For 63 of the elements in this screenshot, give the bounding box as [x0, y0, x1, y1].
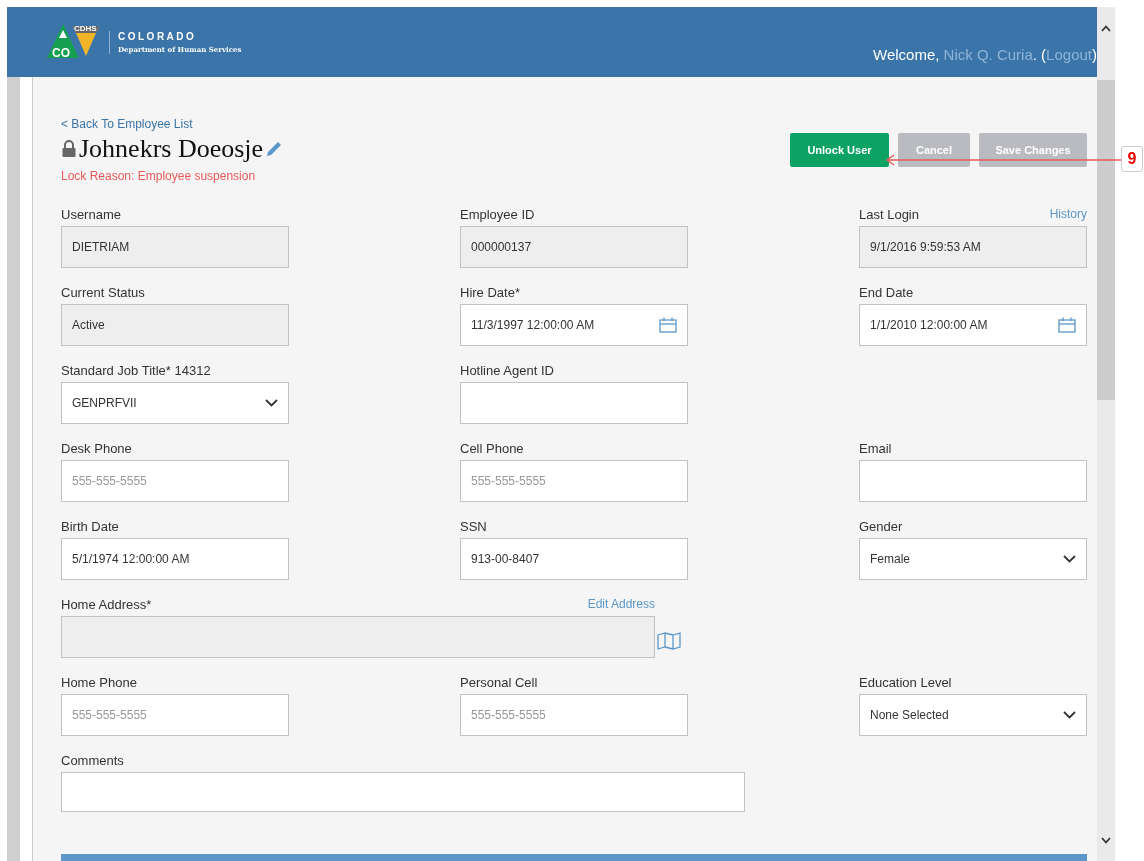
input-field[interactable]: 913-00-8407: [460, 538, 688, 580]
field-label: Comments: [61, 752, 124, 768]
separator-text: . (: [1032, 46, 1047, 63]
unlock-user-button[interactable]: Unlock User: [790, 133, 889, 167]
chevron-down-icon: [265, 399, 278, 407]
field-label: Current Status: [61, 284, 145, 300]
scrollbar-thumb[interactable]: [1097, 80, 1115, 400]
field-label: Gender: [859, 518, 903, 534]
readonly-field: 000000137: [460, 226, 688, 268]
calendar-icon[interactable]: [659, 317, 677, 333]
scroll-down-icon[interactable]: [1101, 837, 1111, 844]
field-label: Standard Job Title* 14312: [61, 362, 211, 378]
field-label: Employee ID: [460, 206, 535, 222]
map-icon[interactable]: [657, 632, 681, 650]
welcome-text: Welcome,: [873, 46, 941, 63]
chevron-down-icon: [1063, 555, 1076, 563]
field-label: Hotline Agent ID: [460, 362, 554, 378]
field-label: Cell Phone: [460, 440, 524, 456]
back-link[interactable]: < Back To Employee List: [61, 117, 284, 131]
history-link[interactable]: History: [1049, 207, 1087, 221]
edit-address-link[interactable]: Edit Address: [587, 597, 655, 611]
input-field[interactable]: [460, 382, 688, 424]
dropdown[interactable]: Female: [859, 538, 1087, 580]
dropdown[interactable]: None Selected: [859, 694, 1087, 736]
logo-text: CO: [52, 46, 70, 60]
input-field[interactable]: 555-555-5555: [460, 460, 688, 502]
date-field[interactable]: 1/1/2010 12:00:00 AM: [859, 304, 1087, 346]
dropdown[interactable]: GENPRFVII: [61, 382, 289, 424]
input-field[interactable]: [859, 460, 1087, 502]
chevron-down-icon: [1063, 711, 1076, 719]
input-field[interactable]: 555-555-5555: [61, 694, 289, 736]
readonly-field: 9/1/2016 9:59:53 AM: [859, 226, 1087, 268]
lock-reason: Lock Reason: Employee suspension: [61, 169, 257, 183]
date-field[interactable]: 11/3/1997 12:00:00 AM: [460, 304, 688, 346]
input-field[interactable]: 555-555-5555: [460, 694, 688, 736]
calendar-icon[interactable]: [1058, 317, 1076, 333]
logout-link[interactable]: Logout: [1046, 46, 1092, 63]
readonly-field: DIETRIAM: [61, 226, 289, 268]
scroll-up-icon[interactable]: [1101, 25, 1111, 32]
user-link[interactable]: Nick Q. Curia: [943, 46, 1033, 63]
field-label: End Date: [859, 284, 914, 300]
field-label: Home Phone: [61, 674, 137, 690]
readonly-field: Active: [61, 304, 289, 346]
field-label: Email: [859, 440, 892, 456]
field-label: Personal Cell: [460, 674, 538, 690]
field-label: Last Login: [859, 206, 919, 222]
field-label: Home Address*: [61, 596, 152, 612]
field-label: Desk Phone: [61, 440, 132, 456]
logo-badge-text: CDHS: [74, 24, 97, 33]
bracket-text: ): [1092, 46, 1097, 63]
field-label: Birth Date: [61, 518, 119, 534]
field-label: Hire Date*: [460, 284, 520, 300]
logo-shield-icon: [73, 24, 99, 58]
field-label: SSN: [460, 518, 487, 534]
comments-field[interactable]: [61, 772, 745, 812]
pencil-icon[interactable]: [265, 140, 284, 158]
employee-name: Johnekrs Doeosje: [79, 133, 264, 165]
input-field[interactable]: 5/1/1974 12:00:00 AM: [61, 538, 289, 580]
brand-name: COLORADO: [118, 30, 198, 42]
callout-number: 9: [1121, 146, 1143, 172]
field-label: Education Level: [859, 674, 952, 690]
input-field[interactable]: 555-555-5555: [61, 460, 289, 502]
field-label: Username: [61, 206, 121, 222]
